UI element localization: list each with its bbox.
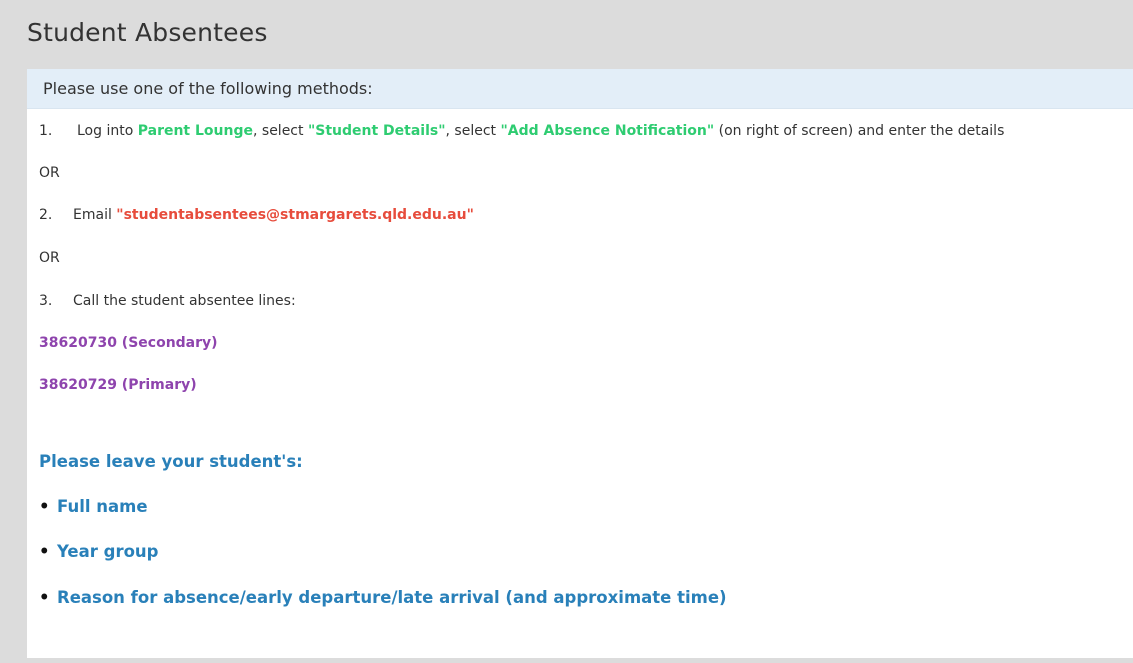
- method-2-number: 2.: [39, 207, 53, 223]
- method-1-mid1: , select: [253, 123, 308, 139]
- method-1-pre: Log into: [77, 123, 138, 139]
- list-item-text: Reason for absence/early departure/late …: [57, 588, 727, 607]
- absentee-email-link[interactable]: "studentabsentees@stmargarets.qld.edu.au…: [116, 207, 474, 223]
- page: Student Absentees Please use one of the …: [0, 0, 1133, 663]
- method-1-post: (on right of screen) and enter the detai…: [714, 123, 1005, 139]
- or-separator-2: OR: [39, 250, 60, 266]
- or-separator-1: OR: [39, 165, 60, 181]
- method-3-number: 3.: [39, 293, 53, 309]
- list-item: • Reason for absence/early departure/late…: [39, 588, 727, 607]
- method-3-text: Call the student absentee lines:: [73, 293, 296, 309]
- method-1: 1. Log into Parent Lounge, select "Studen…: [39, 123, 1004, 139]
- method-2: 2. Email "studentabsentees@stmargarets.ql…: [39, 207, 474, 223]
- phone-secondary: 38620730 (Secondary): [39, 335, 218, 351]
- list-item: • Full name: [39, 497, 148, 516]
- leave-heading: Please leave your student's:: [39, 452, 303, 471]
- student-details-link[interactable]: "Student Details": [308, 123, 446, 139]
- bullet-icon: •: [39, 542, 50, 561]
- method-2-pre: Email: [73, 207, 117, 223]
- method-1-mid2: , select: [445, 123, 501, 139]
- bullet-icon: •: [39, 588, 50, 607]
- method-1-number: 1.: [39, 123, 53, 139]
- page-title: Student Absentees: [27, 18, 268, 47]
- absentee-panel: Please use one of the following methods:…: [27, 69, 1133, 658]
- list-item-text: Year group: [57, 542, 159, 561]
- list-item-text: Full name: [57, 497, 148, 516]
- panel-body: 1. Log into Parent Lounge, select "Studen…: [27, 109, 1133, 658]
- add-absence-notification-link[interactable]: "Add Absence Notification": [500, 123, 714, 139]
- panel-header: Please use one of the following methods:: [27, 69, 1133, 109]
- list-item: • Year group: [39, 542, 158, 561]
- parent-lounge-link[interactable]: Parent Lounge: [138, 123, 253, 139]
- method-3: 3. Call the student absentee lines:: [39, 293, 296, 309]
- phone-primary: 38620729 (Primary): [39, 377, 197, 393]
- bullet-icon: •: [39, 497, 50, 516]
